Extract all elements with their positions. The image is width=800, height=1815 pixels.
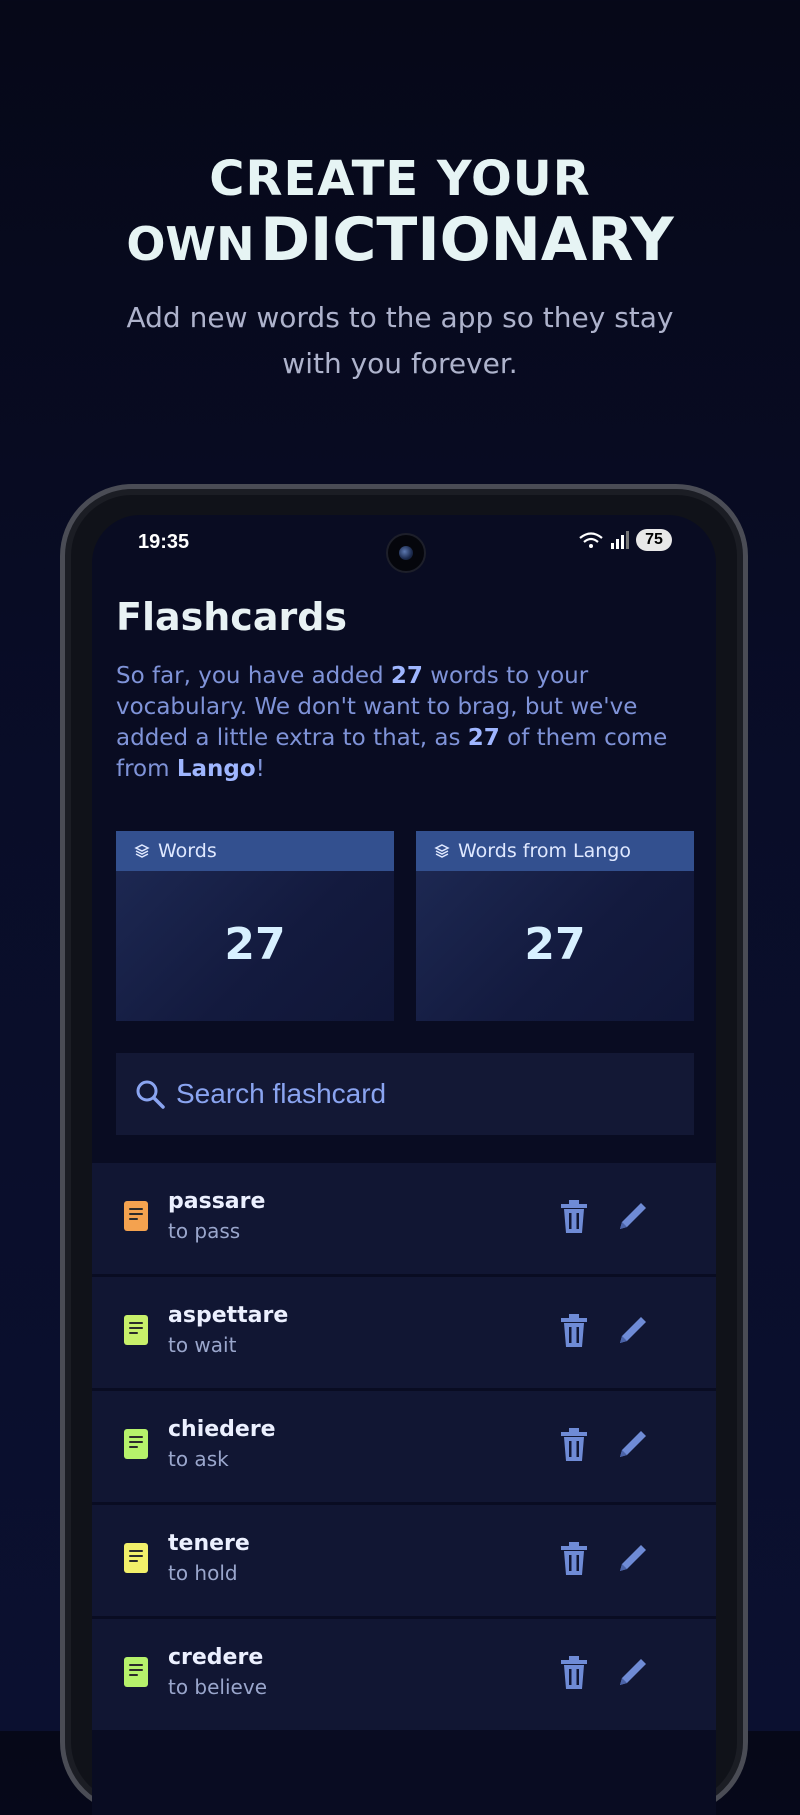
hero-title-dictionary: DICTIONARY — [260, 205, 674, 275]
hero-subtitle: Add new words to the app so they stay wi… — [126, 301, 674, 380]
intro-count-1: 27 — [390, 663, 423, 689]
flashcard-word: passare — [168, 1189, 266, 1214]
hero: CREATE YOUR OWN DICTIONARY Add new words… — [0, 150, 800, 387]
edit-icon[interactable] — [616, 1541, 650, 1575]
hero-title-own: OWN — [126, 217, 255, 271]
hero-title-line2: OWN DICTIONARY — [0, 208, 800, 287]
search-input[interactable]: Search flashcard — [116, 1053, 694, 1135]
delete-icon[interactable] — [558, 1427, 590, 1463]
intro-part-4: ! — [255, 756, 265, 782]
intro-count-2: 27 — [467, 725, 500, 751]
search-icon — [136, 1080, 165, 1109]
flashcard-row[interactable]: tenere to hold — [92, 1505, 716, 1616]
flashcard-translation: to pass — [168, 1219, 241, 1243]
note-icon — [124, 1543, 148, 1573]
page-content: Flashcards So far, you have added 27 wor… — [116, 585, 694, 785]
edit-icon[interactable] — [616, 1655, 650, 1689]
phone-frame: 19:35 75 Flashcards So far, you have add… — [60, 484, 748, 1815]
flashcard-list: passare to pass aspettare to wait chiede… — [92, 1163, 716, 1733]
stat-value: 27 — [524, 919, 586, 970]
note-icon — [124, 1429, 148, 1459]
delete-icon[interactable] — [558, 1655, 590, 1691]
flashcard-translation: to believe — [168, 1675, 267, 1699]
flashcard-word: tenere — [168, 1531, 250, 1556]
flashcard-translation: to hold — [168, 1561, 238, 1585]
flashcard-word: chiedere — [168, 1417, 276, 1442]
hero-title-line1: CREATE YOUR — [209, 151, 591, 207]
stat-card-header: Words from Lango — [416, 831, 694, 871]
flashcard-translation: to wait — [168, 1333, 237, 1357]
stat-card-words: Words 27 — [116, 831, 394, 1021]
flashcard-word: credere — [168, 1645, 264, 1670]
flashcard-row[interactable]: passare to pass — [92, 1163, 716, 1274]
wifi-icon — [579, 532, 603, 548]
delete-icon[interactable] — [558, 1199, 590, 1235]
note-icon — [124, 1315, 148, 1345]
status-icons: 75 — [578, 529, 672, 551]
edit-icon[interactable] — [616, 1199, 650, 1233]
note-icon — [124, 1201, 148, 1231]
search-placeholder: Search flashcard — [176, 1078, 387, 1109]
flashcard-row[interactable]: credere to believe — [92, 1619, 716, 1730]
battery-indicator: 75 — [636, 529, 672, 551]
intro-brand: Lango — [176, 756, 256, 782]
delete-icon[interactable] — [558, 1541, 590, 1577]
delete-icon[interactable] — [558, 1313, 590, 1349]
flashcard-translation: to ask — [168, 1447, 229, 1471]
phone-screen: 19:35 75 Flashcards So far, you have add… — [92, 515, 716, 1815]
page-title: Flashcards — [116, 595, 348, 639]
layers-icon — [434, 844, 450, 858]
note-icon — [124, 1657, 148, 1687]
status-time: 19:35 — [138, 531, 190, 553]
flashcard-word: aspettare — [168, 1303, 289, 1328]
stat-card-words-from-lango: Words from Lango 27 — [416, 831, 694, 1021]
layers-icon — [134, 844, 150, 858]
status-bar: 19:35 75 — [92, 515, 716, 575]
flashcard-row[interactable]: chiedere to ask — [92, 1391, 716, 1502]
edit-icon[interactable] — [616, 1313, 650, 1347]
stat-card-header: Words — [116, 831, 394, 871]
flashcard-row[interactable]: aspettare to wait — [92, 1277, 716, 1388]
stat-label: Words from Lango — [458, 840, 631, 862]
signal-icon — [611, 531, 629, 549]
intro-text: So far, you have added 27 words to your … — [116, 661, 694, 785]
stats-section: Words 27 Words from Lango 27 — [116, 831, 694, 1021]
front-camera — [386, 533, 426, 573]
edit-icon[interactable] — [616, 1427, 650, 1461]
stat-label: Words — [158, 840, 217, 862]
stat-value: 27 — [224, 919, 286, 970]
intro-part-1: So far, you have added — [116, 663, 391, 689]
